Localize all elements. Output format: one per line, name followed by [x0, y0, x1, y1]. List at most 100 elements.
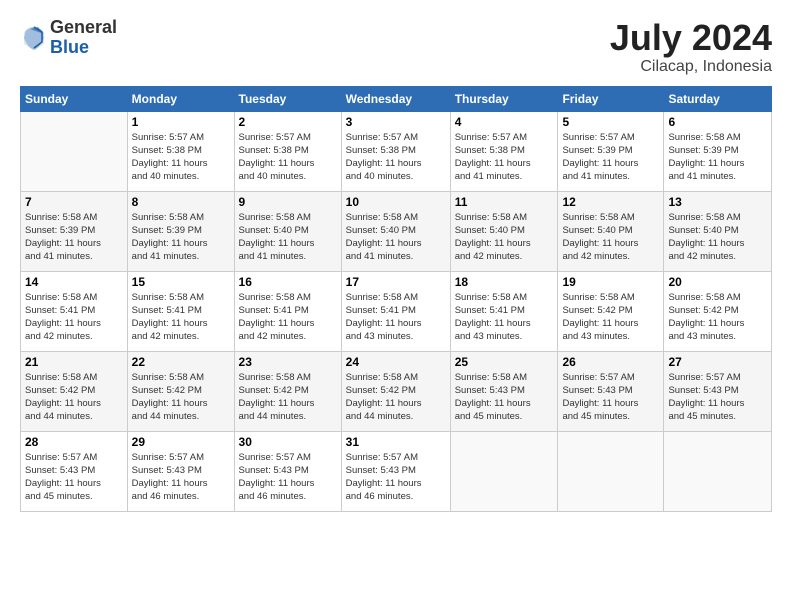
calendar-cell-w1-d5: 4 Sunrise: 5:57 AM Sunset: 5:38 PM Daylig… — [450, 111, 558, 191]
day-info: Sunrise: 5:58 AM Sunset: 5:42 PM Dayligh… — [132, 371, 230, 424]
day-info: Sunrise: 5:58 AM Sunset: 5:40 PM Dayligh… — [239, 211, 337, 264]
month-title: July 2024 — [610, 18, 772, 58]
day-info: Sunrise: 5:57 AM Sunset: 5:43 PM Dayligh… — [346, 451, 446, 504]
location-subtitle: Cilacap, Indonesia — [610, 58, 772, 76]
day-number: 10 — [346, 195, 446, 209]
calendar-cell-w3-d3: 16Sunrise: 5:58 AM Sunset: 5:41 PM Dayli… — [234, 271, 341, 351]
day-number: 6 — [668, 115, 767, 129]
calendar-cell-w2-d1: 7 Sunrise: 5:58 AM Sunset: 5:39 PM Daylig… — [21, 191, 128, 271]
day-info: Sunrise: 5:58 AM Sunset: 5:42 PM Dayligh… — [668, 291, 767, 344]
day-number: 11 — [455, 195, 554, 209]
day-number: 7 — [25, 195, 123, 209]
calendar-cell-w1-d3: 2 Sunrise: 5:57 AM Sunset: 5:38 PM Daylig… — [234, 111, 341, 191]
calendar-cell-w4-d1: 21Sunrise: 5:58 AM Sunset: 5:42 PM Dayli… — [21, 351, 128, 431]
day-info: Sunrise: 5:58 AM Sunset: 5:42 PM Dayligh… — [562, 291, 659, 344]
calendar-week-3: 14 Sunrise: 5:58 AM Sunset: 5:41 PM Dayli… — [21, 271, 772, 351]
day-number: 12 — [562, 195, 659, 209]
calendar-cell-w4-d7: 27 Sunrise: 5:57 AM Sunset: 5:43 PM Dayli… — [664, 351, 772, 431]
day-number: 17 — [346, 275, 446, 289]
day-number: 13 — [668, 195, 767, 209]
calendar-cell-w4-d4: 24 Sunrise: 5:58 AM Sunset: 5:42 PM Dayli… — [341, 351, 450, 431]
day-number: 1 — [132, 115, 230, 129]
day-info: Sunrise: 5:58 AM Sunset: 5:42 PM Dayligh… — [239, 371, 337, 424]
day-number: 18 — [455, 275, 554, 289]
logo: General Blue — [20, 18, 117, 58]
col-monday: Monday — [127, 86, 234, 111]
col-wednesday: Wednesday — [341, 86, 450, 111]
day-number: 9 — [239, 195, 337, 209]
calendar-week-1: 1 Sunrise: 5:57 AM Sunset: 5:38 PM Daylig… — [21, 111, 772, 191]
logo-blue-text: Blue — [50, 38, 117, 58]
calendar-week-5: 28 Sunrise: 5:57 AM Sunset: 5:43 PM Dayli… — [21, 431, 772, 511]
day-number: 24 — [346, 355, 446, 369]
day-info: Sunrise: 5:58 AM Sunset: 5:40 PM Dayligh… — [455, 211, 554, 264]
calendar-cell-w1-d6: 5Sunrise: 5:57 AM Sunset: 5:39 PM Daylig… — [558, 111, 664, 191]
calendar-cell-w5-d3: 30 Sunrise: 5:57 AM Sunset: 5:43 PM Dayli… — [234, 431, 341, 511]
day-info: Sunrise: 5:57 AM Sunset: 5:43 PM Dayligh… — [239, 451, 337, 504]
day-number: 15 — [132, 275, 230, 289]
calendar-cell-w2-d5: 11 Sunrise: 5:58 AM Sunset: 5:40 PM Dayli… — [450, 191, 558, 271]
calendar-cell-w4-d5: 25Sunrise: 5:58 AM Sunset: 5:43 PM Dayli… — [450, 351, 558, 431]
calendar-cell-w2-d6: 12 Sunrise: 5:58 AM Sunset: 5:40 PM Dayli… — [558, 191, 664, 271]
day-info: Sunrise: 5:57 AM Sunset: 5:43 PM Dayligh… — [668, 371, 767, 424]
day-info: Sunrise: 5:58 AM Sunset: 5:40 PM Dayligh… — [668, 211, 767, 264]
day-info: Sunrise: 5:58 AM Sunset: 5:42 PM Dayligh… — [346, 371, 446, 424]
day-info: Sunrise: 5:58 AM Sunset: 5:41 PM Dayligh… — [346, 291, 446, 344]
day-info: Sunrise: 5:57 AM Sunset: 5:39 PM Dayligh… — [562, 131, 659, 184]
col-saturday: Saturday — [664, 86, 772, 111]
day-info: Sunrise: 5:58 AM Sunset: 5:40 PM Dayligh… — [562, 211, 659, 264]
col-tuesday: Tuesday — [234, 86, 341, 111]
logo-text: General Blue — [50, 18, 117, 58]
day-number: 27 — [668, 355, 767, 369]
col-thursday: Thursday — [450, 86, 558, 111]
calendar-week-4: 21 Sunrise: 5:58 AM Sunset: 5:42 PM Dayli… — [21, 351, 772, 431]
day-number: 23 — [239, 355, 337, 369]
day-number: 20 — [668, 275, 767, 289]
day-number: 16 — [239, 275, 337, 289]
calendar-cell-w4-d6: 26 Sunrise: 5:57 AM Sunset: 5:43 PM Dayli… — [558, 351, 664, 431]
calendar-cell-w2-d2: 8Sunrise: 5:58 AM Sunset: 5:39 PM Daylig… — [127, 191, 234, 271]
day-info: Sunrise: 5:57 AM Sunset: 5:38 PM Dayligh… — [455, 131, 554, 184]
day-number: 25 — [455, 355, 554, 369]
day-number: 28 — [25, 435, 123, 449]
calendar-cell-w4-d2: 22 Sunrise: 5:58 AM Sunset: 5:42 PM Dayli… — [127, 351, 234, 431]
calendar-cell-w3-d4: 17 Sunrise: 5:58 AM Sunset: 5:41 PM Dayli… — [341, 271, 450, 351]
calendar-cell-w5-d4: 31 Sunrise: 5:57 AM Sunset: 5:43 PM Dayli… — [341, 431, 450, 511]
day-info: Sunrise: 5:58 AM Sunset: 5:40 PM Dayligh… — [346, 211, 446, 264]
day-number: 21 — [25, 355, 123, 369]
day-number: 26 — [562, 355, 659, 369]
day-info: Sunrise: 5:57 AM Sunset: 5:43 PM Dayligh… — [25, 451, 123, 504]
day-number: 4 — [455, 115, 554, 129]
calendar-cell-w1-d7: 6 Sunrise: 5:58 AM Sunset: 5:39 PM Daylig… — [664, 111, 772, 191]
day-info: Sunrise: 5:58 AM Sunset: 5:39 PM Dayligh… — [668, 131, 767, 184]
day-number: 22 — [132, 355, 230, 369]
logo-general-text: General — [50, 18, 117, 38]
day-info: Sunrise: 5:57 AM Sunset: 5:38 PM Dayligh… — [132, 131, 230, 184]
day-number: 3 — [346, 115, 446, 129]
day-number: 30 — [239, 435, 337, 449]
day-info: Sunrise: 5:57 AM Sunset: 5:38 PM Dayligh… — [346, 131, 446, 184]
calendar-week-2: 7 Sunrise: 5:58 AM Sunset: 5:39 PM Daylig… — [21, 191, 772, 271]
day-info: Sunrise: 5:57 AM Sunset: 5:38 PM Dayligh… — [239, 131, 337, 184]
day-number: 8 — [132, 195, 230, 209]
calendar-cell-w2-d3: 9 Sunrise: 5:58 AM Sunset: 5:40 PM Daylig… — [234, 191, 341, 271]
calendar-cell-w5-d1: 28 Sunrise: 5:57 AM Sunset: 5:43 PM Dayli… — [21, 431, 128, 511]
calendar-cell-w3-d2: 15Sunrise: 5:58 AM Sunset: 5:41 PM Dayli… — [127, 271, 234, 351]
calendar-cell-w5-d2: 29 Sunrise: 5:57 AM Sunset: 5:43 PM Dayli… — [127, 431, 234, 511]
calendar-header-row: Sunday Monday Tuesday Wednesday Thursday… — [21, 86, 772, 111]
calendar-cell-w3-d7: 20 Sunrise: 5:58 AM Sunset: 5:42 PM Dayli… — [664, 271, 772, 351]
calendar-cell-w1-d1 — [21, 111, 128, 191]
calendar-cell-w3-d1: 14Sunrise: 5:58 AM Sunset: 5:41 PM Dayli… — [21, 271, 128, 351]
day-number: 14 — [25, 275, 123, 289]
calendar-cell-w1-d2: 1 Sunrise: 5:57 AM Sunset: 5:38 PM Daylig… — [127, 111, 234, 191]
calendar-cell-w1-d4: 3 Sunrise: 5:57 AM Sunset: 5:38 PM Daylig… — [341, 111, 450, 191]
calendar-cell-w5-d5 — [450, 431, 558, 511]
day-info: Sunrise: 5:57 AM Sunset: 5:43 PM Dayligh… — [132, 451, 230, 504]
calendar-cell-w5-d7 — [664, 431, 772, 511]
day-number: 2 — [239, 115, 337, 129]
day-number: 19 — [562, 275, 659, 289]
day-info: Sunrise: 5:58 AM Sunset: 5:39 PM Dayligh… — [25, 211, 123, 264]
day-number: 29 — [132, 435, 230, 449]
day-info: Sunrise: 5:57 AM Sunset: 5:43 PM Dayligh… — [562, 371, 659, 424]
day-number: 31 — [346, 435, 446, 449]
